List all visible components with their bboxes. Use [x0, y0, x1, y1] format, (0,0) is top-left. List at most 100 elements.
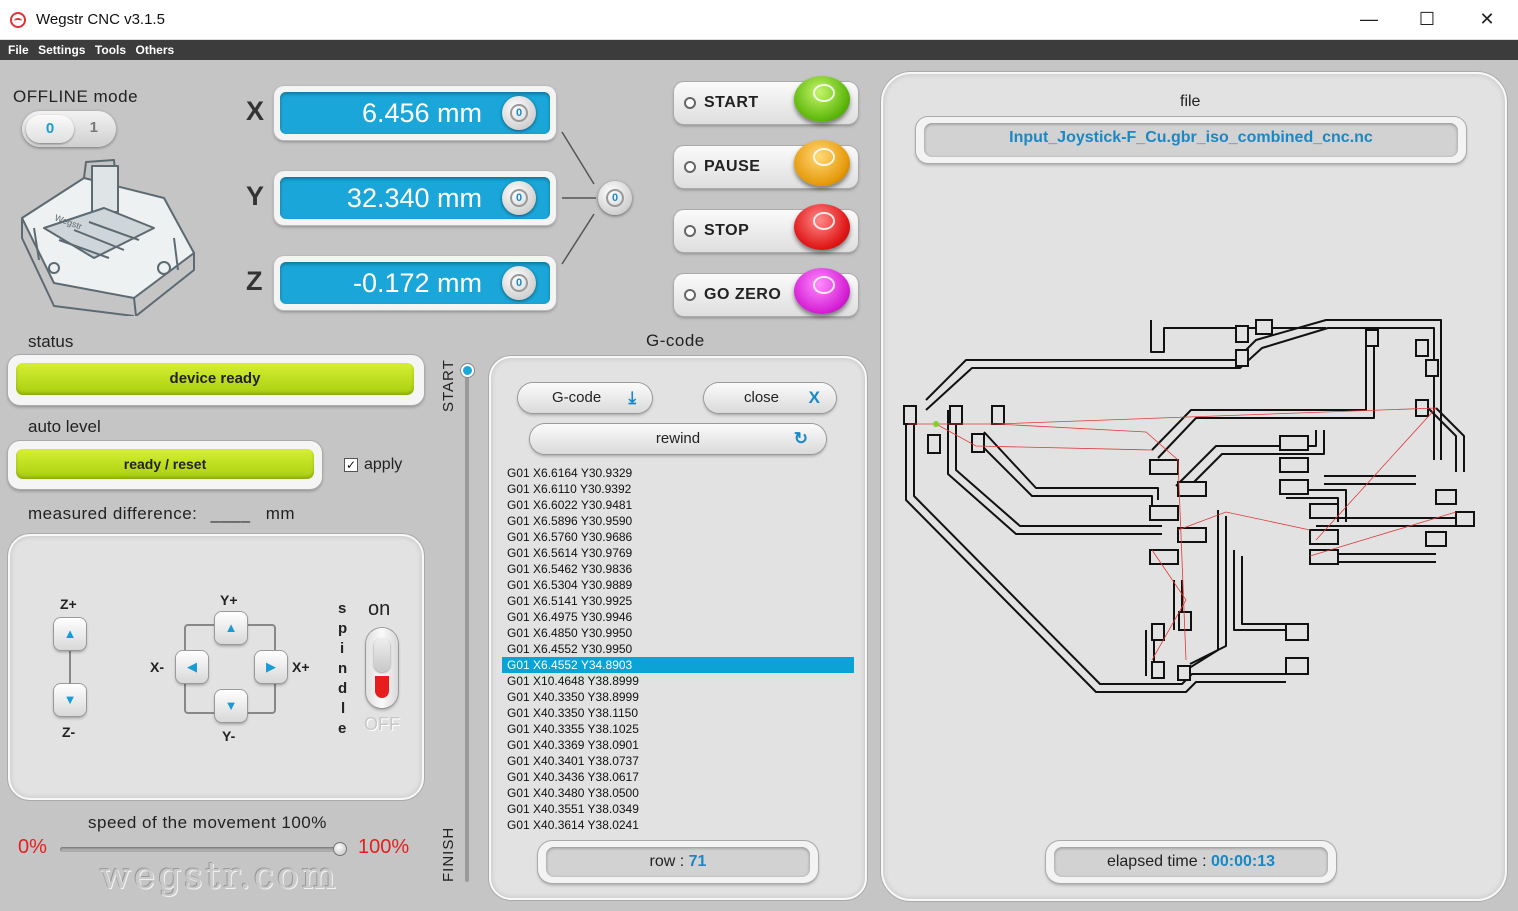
stop-icon: [794, 204, 850, 250]
gcode-line[interactable]: G01 X40.3350 Y38.1150: [502, 705, 854, 721]
gcode-line[interactable]: G01 X6.5141 Y30.9925: [502, 593, 854, 609]
gcode-line[interactable]: G01 X40.3369 Y38.0901: [502, 737, 854, 753]
progress-start-label: START: [440, 359, 457, 412]
file-name: Input_Joystick-F_Cu.gbr_iso_combined_cnc…: [924, 123, 1458, 157]
gcode-load-button[interactable]: G-code ⤓: [518, 383, 652, 413]
status-value: device ready: [16, 363, 414, 395]
gcode-line[interactable]: G01 X40.3436 Y38.0617: [502, 769, 854, 785]
measured-difference: measured difference: ____ mm: [28, 504, 295, 524]
pause-icon: [794, 140, 850, 186]
spindle-letter: i: [340, 640, 345, 657]
axis-z-value: -0.172 mm: [352, 268, 482, 298]
spindle-toggle[interactable]: [366, 628, 398, 708]
spindle-red-indicator: [375, 676, 389, 698]
spindle-letter: p: [338, 620, 348, 637]
wegstr-watermark: wegstr.com: [100, 856, 339, 897]
axis-x-display: 6.456 mm 0: [274, 86, 556, 140]
menu-file[interactable]: File: [8, 40, 29, 60]
start-button[interactable]: START: [674, 76, 858, 124]
gcode-line[interactable]: G01 X40.3480 Y38.0500: [502, 785, 854, 801]
z-up-button[interactable]: ▲: [54, 618, 86, 650]
y-up-button[interactable]: ▲: [215, 612, 247, 644]
stop-radio-icon: [684, 225, 696, 237]
zero-all-button[interactable]: 0: [598, 181, 632, 215]
gcode-line[interactable]: G01 X6.4552 Y34.8903: [502, 657, 854, 673]
title-bar: Wegstr CNC v3.1.5 — ☐ ✕: [0, 0, 1518, 40]
speed-min-label: 0%: [18, 836, 47, 858]
minimize-button[interactable]: —: [1346, 8, 1392, 32]
gcode-line[interactable]: G01 X6.5462 Y30.9836: [502, 561, 854, 577]
gcode-line[interactable]: G01 X40.3551 Y38.0349: [502, 801, 854, 817]
close-window-button[interactable]: ✕: [1464, 8, 1510, 32]
progress-finish-label: FINISH: [440, 826, 457, 882]
gcode-title: G-code: [646, 331, 705, 350]
spindle-letter: s: [338, 600, 347, 617]
zero-y-button[interactable]: 0: [502, 181, 536, 215]
pause-radio-icon: [684, 161, 696, 173]
gcode-line[interactable]: G01 X6.5304 Y30.9889: [502, 577, 854, 593]
download-icon: ⤓: [628, 388, 636, 407]
speed-max-label: 100%: [358, 836, 410, 858]
gcode-line[interactable]: G01 X10.4648 Y38.8999: [502, 673, 854, 689]
gcode-line[interactable]: G01 X40.3350 Y38.8999: [502, 689, 854, 705]
zero-z-button[interactable]: 0: [502, 266, 536, 300]
apply-checkbox[interactable]: ✓: [344, 458, 358, 472]
speed-slider-track[interactable]: [60, 847, 346, 852]
gcode-list[interactable]: G01 X6.6164 Y30.9329 G01 X6.6110 Y30.9392…: [502, 465, 854, 833]
zero-x-button[interactable]: 0: [502, 96, 536, 130]
spindle-off-label: OFF: [364, 714, 400, 734]
elapsed-time-value: 00:00:13: [1211, 853, 1276, 870]
rewind-button[interactable]: rewind ↻: [530, 424, 826, 454]
row-label: row :: [649, 853, 685, 870]
menu-others[interactable]: Others: [135, 40, 174, 60]
file-name-box: Input_Joystick-F_Cu.gbr_iso_combined_cnc…: [916, 117, 1466, 163]
gcode-line[interactable]: G01 X6.4850 Y30.9950: [502, 625, 854, 641]
gcode-line[interactable]: G01 X6.5614 Y30.9769: [502, 545, 854, 561]
jog-panel: Z+ ▲ ▼ Z- Y+ ▲ ▼ Y- X- ◀ ▶ X+ s p i n d …: [8, 534, 424, 800]
gcode-line[interactable]: G01 X6.5896 Y30.9590: [502, 513, 854, 529]
row-value: 71: [688, 853, 707, 870]
speed-slider-thumb[interactable]: [333, 842, 347, 856]
spindle-letter: l: [341, 700, 346, 717]
measured-difference-label: measured difference:: [28, 504, 198, 523]
menu-bar: File Settings Tools Others: [0, 40, 1518, 60]
gcode-line[interactable]: G01 X6.5760 Y30.9686: [502, 529, 854, 545]
progress-indicator: [461, 364, 474, 377]
pause-button[interactable]: PAUSE: [674, 140, 858, 188]
cnc-machine-image: Wegstr: [21, 159, 195, 316]
window-title: Wegstr CNC v3.1.5: [36, 11, 165, 28]
gcode-line[interactable]: G01 X6.6022 Y30.9481: [502, 497, 854, 513]
axis-z-letter: Z: [246, 266, 263, 296]
close-x-icon: X: [808, 388, 820, 407]
ready-reset-button[interactable]: ready / reset: [16, 449, 314, 479]
spindle-letter: n: [338, 660, 348, 677]
offline-mode-toggle[interactable]: 0 1: [22, 111, 116, 147]
go-zero-label: GO ZERO: [704, 286, 782, 303]
elapsed-time-label: elapsed time :: [1106, 853, 1207, 870]
y-down-button[interactable]: ▼: [215, 690, 247, 722]
stop-button[interactable]: STOP: [674, 204, 858, 252]
gcode-line[interactable]: G01 X6.4552 Y30.9950: [502, 641, 854, 657]
auto-level-label: auto level: [28, 417, 101, 436]
axis-y-display: 32.340 mm 0: [274, 171, 556, 225]
measured-difference-unit: mm: [265, 504, 296, 523]
stop-label: STOP: [704, 222, 750, 239]
gcode-line[interactable]: G01 X6.6164 Y30.9329: [502, 465, 854, 481]
gcode-close-button[interactable]: close X: [704, 383, 836, 413]
maximize-button[interactable]: ☐: [1404, 8, 1450, 32]
gcode-line[interactable]: G01 X40.3355 Y38.1025: [502, 721, 854, 737]
gcode-line[interactable]: G01 X6.6110 Y30.9392: [502, 481, 854, 497]
progress-track: [465, 372, 469, 882]
gcode-line[interactable]: G01 X40.3401 Y38.0737: [502, 753, 854, 769]
x-left-button[interactable]: ◀: [176, 651, 208, 683]
spindle-toggle-knob: [374, 638, 390, 672]
go-zero-button[interactable]: GO ZERO: [674, 268, 858, 316]
x-right-button[interactable]: ▶: [255, 651, 287, 683]
gcode-line[interactable]: G01 X6.4975 Y30.9946: [502, 609, 854, 625]
pcb-toolpath-preview[interactable]: [896, 300, 1486, 700]
gcode-line[interactable]: G01 X40.3614 Y38.0241: [502, 817, 854, 833]
menu-tools[interactable]: Tools: [95, 40, 126, 60]
menu-settings[interactable]: Settings: [38, 40, 85, 60]
z-down-button[interactable]: ▼: [54, 684, 86, 716]
axis-z-display: -0.172 mm 0: [274, 256, 556, 310]
